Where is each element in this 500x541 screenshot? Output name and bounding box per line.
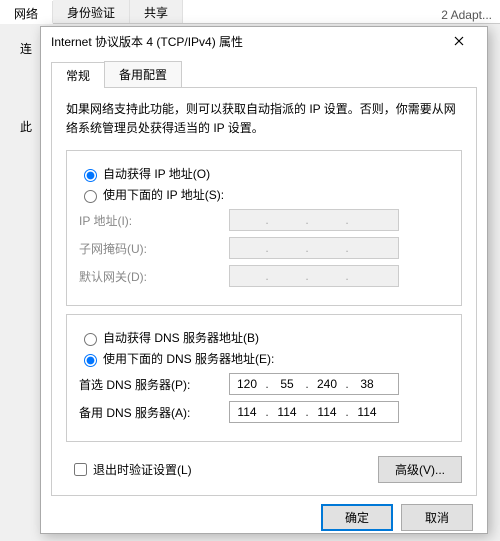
background-tabs: 网络 身份验证 共享 [0, 0, 500, 24]
dns-pref-oct3[interactable] [310, 374, 344, 394]
ipv4-properties-dialog: Internet 协议版本 4 (TCP/IPv4) 属性 常规 备用配置 如果… [40, 26, 488, 534]
ip-manual-label: 使用下面的 IP 地址(S): [103, 186, 224, 203]
dns-pref-label: 首选 DNS 服务器(P): [79, 376, 229, 393]
dns-alt-oct2[interactable] [270, 402, 304, 422]
bg-conn-label: 连 [20, 40, 32, 57]
tab-alternate[interactable]: 备用配置 [104, 61, 182, 87]
bg-tab-share[interactable]: 共享 [130, 0, 183, 23]
general-panel: 如果网络支持此功能，则可以获取自动指派的 IP 设置。否则，你需要从网络系统管理… [51, 88, 477, 496]
ip-auto-radio[interactable] [84, 169, 97, 182]
ip-address-input: ... [229, 209, 399, 231]
close-button[interactable] [439, 27, 479, 55]
subnet-row: 子网掩码(U): ... [79, 237, 449, 259]
validate-row[interactable]: 退出时验证设置(L) [70, 460, 192, 479]
dns-alt-input[interactable]: . . . [229, 401, 399, 423]
validate-checkbox[interactable] [74, 463, 87, 476]
titlebar: Internet 协议版本 4 (TCP/IPv4) 属性 [41, 27, 487, 55]
dns-auto-label: 自动获得 DNS 服务器地址(B) [103, 329, 259, 346]
dns-alt-oct3[interactable] [310, 402, 344, 422]
dns-pref-oct4[interactable] [350, 374, 384, 394]
dns-alt-label: 备用 DNS 服务器(A): [79, 404, 229, 421]
ok-button[interactable]: 确定 [321, 504, 393, 531]
ip-address-row: IP 地址(I): ... [79, 209, 449, 231]
gateway-row: 默认网关(D): ... [79, 265, 449, 287]
ip-auto-label: 自动获得 IP 地址(O) [103, 165, 210, 182]
dns-pref-input[interactable]: . . . [229, 373, 399, 395]
dns-pref-oct1[interactable] [230, 374, 264, 394]
dns-auto-row[interactable]: 自动获得 DNS 服务器地址(B) [79, 329, 449, 346]
dns-pref-oct2[interactable] [270, 374, 304, 394]
bg-tab-network[interactable]: 网络 [0, 1, 53, 24]
dns-auto-radio[interactable] [84, 333, 97, 346]
description-text: 如果网络支持此功能，则可以获取自动指派的 IP 设置。否则，你需要从网络系统管理… [66, 100, 462, 138]
dialog-title: Internet 协议版本 4 (TCP/IPv4) 属性 [49, 33, 439, 50]
ip-manual-row[interactable]: 使用下面的 IP 地址(S): [79, 186, 449, 203]
subnet-label: 子网掩码(U): [79, 240, 229, 257]
ip-address-label: IP 地址(I): [79, 212, 229, 229]
tab-general[interactable]: 常规 [51, 62, 105, 88]
cancel-button[interactable]: 取消 [401, 504, 473, 531]
dialog-buttons: 确定 取消 [51, 496, 477, 531]
close-icon [454, 36, 464, 46]
dns-alt-oct1[interactable] [230, 402, 264, 422]
inner-tabs: 常规 备用配置 [51, 61, 477, 88]
dns-manual-radio[interactable] [84, 354, 97, 367]
bg-adapter-fragment: 2 Adapt... [441, 8, 492, 22]
dns-alt-oct4[interactable] [350, 402, 384, 422]
subnet-input: ... [229, 237, 399, 259]
validate-label: 退出时验证设置(L) [93, 461, 192, 478]
gateway-input: ... [229, 265, 399, 287]
gateway-label: 默认网关(D): [79, 268, 229, 285]
ip-auto-row[interactable]: 自动获得 IP 地址(O) [79, 165, 449, 182]
bottom-row: 退出时验证设置(L) 高级(V)... [66, 456, 462, 483]
bg-this-label: 此 [20, 118, 32, 135]
ip-manual-radio[interactable] [84, 190, 97, 203]
ip-group: 自动获得 IP 地址(O) 使用下面的 IP 地址(S): IP 地址(I): … [66, 150, 462, 306]
dns-alt-row: 备用 DNS 服务器(A): . . . [79, 401, 449, 423]
dns-pref-row: 首选 DNS 服务器(P): . . . [79, 373, 449, 395]
dns-group: 自动获得 DNS 服务器地址(B) 使用下面的 DNS 服务器地址(E): 首选… [66, 314, 462, 442]
advanced-button[interactable]: 高级(V)... [378, 456, 462, 483]
dns-manual-row[interactable]: 使用下面的 DNS 服务器地址(E): [79, 350, 449, 367]
dns-manual-label: 使用下面的 DNS 服务器地址(E): [103, 350, 274, 367]
bg-tab-auth[interactable]: 身份验证 [53, 0, 130, 23]
